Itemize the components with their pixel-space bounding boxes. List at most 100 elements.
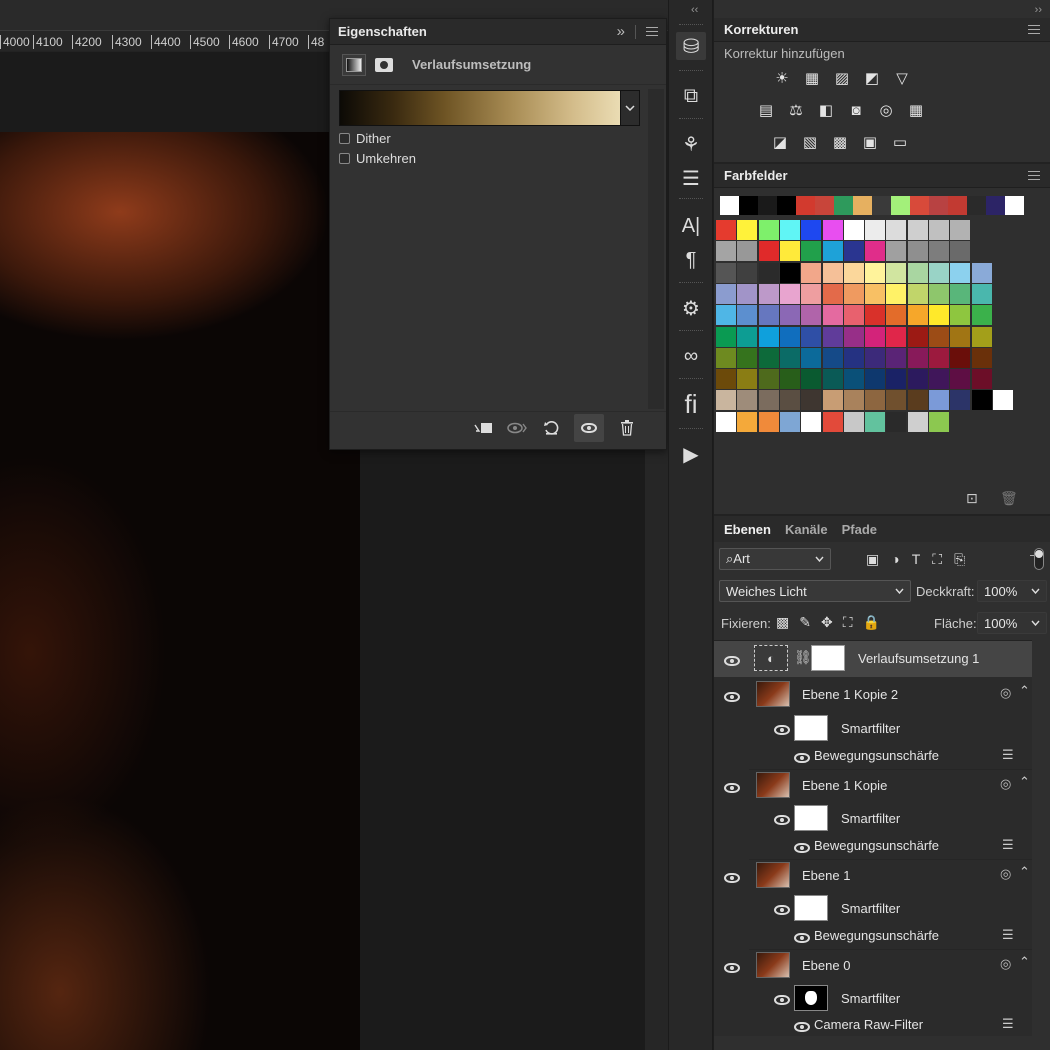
lock-artboard-icon[interactable]: ⛶ [843,614,853,631]
color-swatch[interactable] [822,262,843,283]
color-swatch[interactable] [779,241,800,262]
color-swatch[interactable] [801,262,822,283]
color-swatch[interactable] [865,220,886,240]
color-swatch[interactable] [907,305,928,326]
trash-icon[interactable] [616,417,638,439]
color-swatch[interactable] [779,220,800,240]
gradient-preview[interactable] [339,90,639,126]
color-swatch[interactable] [886,326,907,347]
color-swatch[interactable] [865,241,886,262]
color-swatch[interactable] [865,390,886,411]
color-swatch[interactable] [716,326,736,347]
recent-swatch[interactable] [929,196,948,215]
color-swatch[interactable] [758,347,779,368]
color-swatch[interactable] [971,283,992,304]
color-swatch[interactable] [758,369,779,390]
recent-swatch[interactable] [853,196,872,215]
reset-icon[interactable] [540,417,562,439]
color-swatch[interactable] [801,390,822,411]
invert-icon[interactable]: ◪ [770,132,790,152]
properties-scrollbar[interactable] [648,89,664,409]
color-swatch[interactable] [865,326,886,347]
color-swatch[interactable] [801,411,822,432]
layer-name[interactable]: Ebene 1 Kopie 2 [802,687,898,702]
color-swatch[interactable] [822,220,843,240]
recent-swatch[interactable] [967,196,986,215]
color-swatch[interactable] [737,262,758,283]
color-swatch[interactable] [801,369,822,390]
mask-icon[interactable] [372,54,396,76]
play-actions-icon[interactable]: ▶ [676,440,706,468]
panel-menu-icon[interactable] [1028,25,1040,34]
collapse-arrow-icon[interactable]: ⌃ [1019,774,1030,790]
color-swatch[interactable] [950,326,971,347]
color-swatch[interactable] [992,390,1013,411]
color-swatch[interactable] [801,305,822,326]
color-swatch[interactable] [779,305,800,326]
color-swatch[interactable] [843,347,864,368]
gradient-map-icon[interactable] [342,53,366,76]
color-swatch[interactable] [822,411,843,432]
delete-swatch-icon[interactable]: 🗑 [1000,490,1018,507]
color-swatch[interactable] [907,262,928,283]
filter-smart-object-icon[interactable]: ⎘ [954,551,965,568]
color-swatch[interactable] [865,347,886,368]
color-swatch[interactable] [758,411,779,432]
color-swatch[interactable] [950,283,971,304]
collapse-arrow-icon[interactable]: ⌃ [1019,954,1030,970]
color-swatch[interactable] [929,262,949,283]
color-swatch[interactable] [822,305,843,326]
recent-swatch[interactable] [815,196,834,215]
color-swatch[interactable] [843,220,864,240]
recent-swatch[interactable] [986,196,1005,215]
color-swatch[interactable] [907,369,928,390]
color-swatch[interactable] [971,262,992,283]
color-swatch[interactable] [929,326,949,347]
color-swatch[interactable] [779,390,800,411]
color-swatch[interactable] [886,220,907,240]
color-swatch[interactable] [929,220,949,240]
color-swatch[interactable] [801,241,822,262]
color-swatch[interactable] [843,262,864,283]
color-lookup-icon[interactable]: ▦ [906,100,926,120]
color-swatch[interactable] [779,283,800,304]
color-swatch[interactable] [865,262,886,283]
color-swatch[interactable] [822,390,843,411]
photo-filter-icon[interactable]: ◙ [846,100,866,120]
color-swatch[interactable] [929,305,949,326]
brush-settings-icon[interactable]: ⚘ [676,130,706,158]
color-swatch[interactable] [971,390,992,411]
color-swatch[interactable] [929,347,949,368]
color-swatch[interactable] [929,411,949,432]
smart-filter-row[interactable]: Smartfilter [714,713,1032,743]
creative-cloud-icon[interactable]: ∞ [676,342,706,370]
color-swatch[interactable] [822,369,843,390]
color-swatch[interactable] [929,283,949,304]
posterize-icon[interactable]: ▧ [800,132,820,152]
glyph-settings-icon[interactable]: ⚙ [676,294,706,322]
color-swatch[interactable] [907,411,928,432]
layer-name[interactable]: Ebene 1 [802,868,850,883]
color-swatch[interactable] [907,390,928,411]
filter-toggle-switch[interactable] [1034,548,1044,570]
properties-panel-header[interactable]: Eigenschaften » [330,19,666,45]
collapse-arrow-icon[interactable]: ⌃ [1019,864,1030,880]
color-swatch[interactable] [907,326,928,347]
layer-name[interactable]: Verlaufsumsetzung 1 [858,651,979,666]
color-swatch[interactable] [843,241,864,262]
filter-effect-row[interactable]: Bewegungsunschärfe ☰ [714,923,1032,949]
recent-swatch[interactable] [834,196,853,215]
color-swatch[interactable] [971,326,992,347]
color-swatch[interactable] [886,347,907,368]
filter-mask-thumbnail[interactable] [794,895,828,921]
3d-icon[interactable]: ⧉ [676,82,706,110]
color-swatch[interactable] [737,283,758,304]
color-swatch[interactable] [737,241,758,262]
reverse-checkbox[interactable]: Umkehren [339,151,416,166]
color-swatch[interactable] [843,411,864,432]
filter-options-icon[interactable]: ☰ [1002,1016,1014,1032]
paragraph-icon[interactable]: ¶ [676,246,706,274]
smart-filter-row[interactable]: Smartfilter [714,983,1032,1013]
color-swatch[interactable] [971,347,992,368]
color-swatch[interactable] [716,369,736,390]
